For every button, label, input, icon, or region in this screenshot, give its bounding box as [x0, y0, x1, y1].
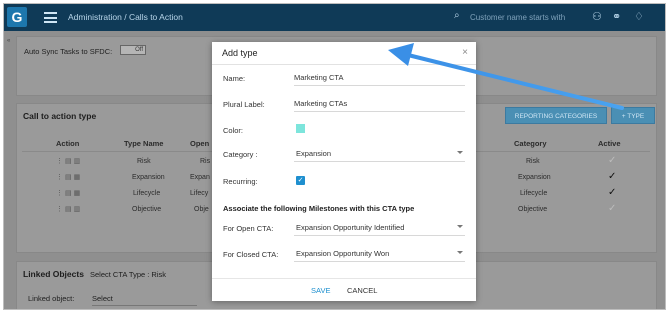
chevron-down-icon: [457, 251, 463, 254]
people-icon[interactable]: ⚇: [592, 10, 602, 23]
save-button[interactable]: SAVE: [311, 286, 330, 295]
table-cell-category: Objective: [518, 206, 548, 213]
add-type-button[interactable]: + TYPE: [611, 107, 655, 124]
linked-objects-subtitle: Select CTA Type : Risk: [90, 270, 166, 279]
glasses-icon[interactable]: ⚭: [612, 10, 621, 23]
menu-icon[interactable]: [44, 12, 57, 23]
table-cell-type: Expansion: [132, 174, 165, 181]
collapse-icon[interactable]: «: [7, 38, 10, 44]
color-swatch[interactable]: [296, 124, 305, 133]
table-cell-type: Objective: [132, 206, 162, 213]
table-cell-type: Risk: [137, 158, 151, 165]
table-cell-open: Obje: [194, 206, 209, 213]
milestones-heading: Associate the following Milestones with …: [223, 204, 415, 213]
open-cta-select[interactable]: Expansion Opportunity Identified: [294, 220, 465, 236]
chevron-down-icon: [457, 151, 463, 154]
close-icon[interactable]: ×: [462, 47, 468, 58]
app-window: G Administration / Calls to Action ⌕ Cus…: [3, 3, 666, 310]
open-cta-label: For Open CTA:: [223, 224, 274, 233]
row-actions[interactable]: ⋮▤▦: [56, 189, 82, 197]
active-check-icon[interactable]: ✓: [608, 203, 616, 214]
closed-cta-select[interactable]: Expansion Opportunity Won: [294, 246, 465, 262]
linked-objects-title: Linked Objects: [23, 269, 84, 279]
table-cell-category: Risk: [526, 158, 540, 165]
global-search-input[interactable]: Customer name starts with: [470, 13, 565, 22]
name-label: Name:: [223, 74, 246, 83]
top-bar: G Administration / Calls to Action ⌕ Cus…: [4, 4, 665, 31]
row-actions[interactable]: ⋮▤▦: [56, 173, 82, 181]
category-label: Category :: [223, 150, 258, 159]
chevron-down-icon: [457, 225, 463, 228]
name-field[interactable]: Marketing CTA: [294, 70, 465, 86]
closed-cta-label: For Closed CTA:: [223, 250, 279, 259]
dialog-footer: SAVE CANCEL: [212, 278, 476, 301]
autosync-toggle[interactable]: Off: [120, 45, 146, 55]
col-active: Active: [598, 139, 621, 148]
cancel-button[interactable]: CANCEL: [347, 286, 377, 295]
cta-section-title: Call to action type: [23, 111, 97, 121]
linked-object-select[interactable]: Select: [92, 294, 197, 306]
reporting-categories-button[interactable]: REPORTING CATEGORIES: [505, 107, 607, 124]
linked-object-label: Linked object:: [28, 294, 75, 303]
plural-label: Plural Label:: [223, 100, 265, 109]
col-open: Open: [190, 139, 210, 148]
table-cell-type: Lifecycle: [133, 190, 161, 197]
bell-icon[interactable]: ♢: [634, 10, 644, 23]
open-cta-selected-value: Expansion Opportunity Identified: [296, 223, 405, 232]
active-check-icon[interactable]: ✓: [608, 171, 616, 182]
color-label: Color:: [223, 126, 244, 135]
plural-label-field[interactable]: Marketing CTAs: [294, 96, 465, 112]
category-selected-value: Expansion: [296, 149, 332, 158]
active-check-icon[interactable]: ✓: [608, 155, 616, 166]
recurring-label: Recurring:: [223, 177, 258, 186]
row-actions[interactable]: ⋮▤▥: [56, 157, 82, 165]
table-cell-category: Expansion: [518, 174, 551, 181]
add-type-dialog: Add type × Name: Marketing CTA Plural La…: [212, 42, 476, 301]
search-icon[interactable]: ⌕: [454, 10, 460, 21]
table-cell-category: Lifecycle: [520, 190, 548, 197]
recurring-checkbox[interactable]: ✓: [296, 176, 305, 185]
row-actions[interactable]: ⋮▤▥: [56, 205, 82, 213]
app-logo[interactable]: G: [7, 7, 27, 27]
dialog-header: Add type ×: [212, 42, 476, 65]
col-action: Action: [56, 139, 80, 148]
closed-cta-selected-value: Expansion Opportunity Won: [296, 249, 390, 258]
table-cell-open: Expan: [190, 174, 210, 181]
table-cell-open: Ris: [200, 158, 211, 165]
active-check-icon[interactable]: ✓: [608, 187, 616, 198]
col-category: Category: [514, 139, 547, 148]
autosync-label: Auto Sync Tasks to SFDC:: [24, 47, 113, 56]
category-select[interactable]: Expansion: [294, 146, 465, 162]
table-cell-open: Lifecy: [190, 190, 209, 197]
col-type-name: Type Name: [124, 139, 164, 148]
breadcrumb: Administration / Calls to Action: [68, 12, 183, 22]
dialog-title: Add type: [222, 48, 258, 58]
